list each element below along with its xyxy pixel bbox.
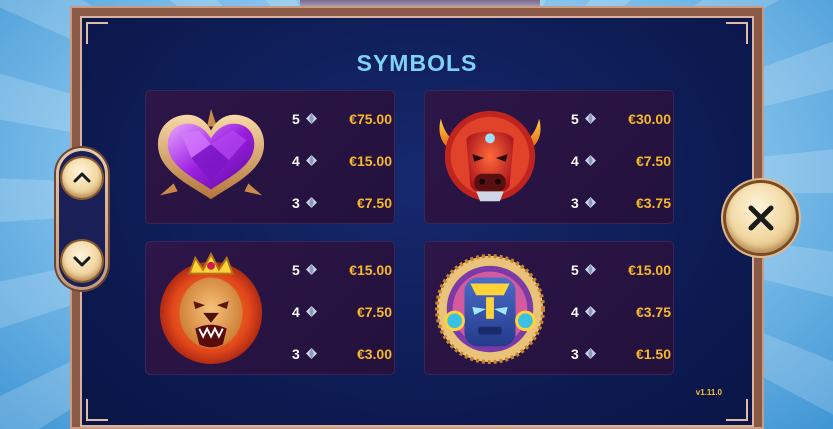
frame-corner [86, 399, 108, 421]
page-navigation-inner [59, 151, 105, 287]
tribal-mask-icon [434, 253, 546, 365]
symbol-card-mask: 5 €15.00 4 €3.75 3 €1.50 [424, 241, 674, 375]
match-count: 5 [292, 111, 300, 127]
payout-value: €3.75 [635, 304, 671, 320]
payout-value: €7.50 [356, 195, 392, 211]
payout-row: 3 €1.50 [571, 346, 675, 364]
match-count: 5 [571, 262, 579, 278]
match-count: 4 [571, 304, 579, 320]
page-title: SYMBOLS [356, 50, 478, 76]
match-count: 3 [292, 195, 300, 211]
payout-value: €15.00 [628, 262, 671, 278]
match-count: 5 [571, 111, 579, 127]
paytable-panel: SYMBOLS 5 €75.00 4 €15.00 3 €7.50 5 €30.… [70, 6, 764, 429]
payout-row: 3 €3.75 [571, 195, 675, 213]
match-count: 3 [571, 346, 579, 362]
match-count: 5 [292, 262, 300, 278]
payout-value: €30.00 [628, 111, 671, 127]
symbol-card-lion: 5 €15.00 4 €7.50 3 €3.00 [145, 241, 395, 375]
symbol-card-bull: 5 €30.00 4 €7.50 3 €3.75 [424, 90, 674, 224]
diamond-icon [306, 113, 317, 124]
payout-row: 5 €15.00 [292, 262, 396, 280]
match-count: 4 [292, 304, 300, 320]
purple-heart-gem-icon [157, 108, 265, 200]
match-count: 4 [571, 153, 579, 169]
paytable-panel-inner: SYMBOLS 5 €75.00 4 €15.00 3 €7.50 5 €30.… [80, 16, 754, 427]
payout-row: 5 €30.00 [571, 111, 675, 129]
diamond-icon [306, 197, 317, 208]
page-navigation [56, 148, 108, 290]
symbol-card-heart-gem: 5 €75.00 4 €15.00 3 €7.50 [145, 90, 395, 224]
diamond-icon [585, 113, 596, 124]
close-x-icon [748, 205, 774, 231]
page-up-button[interactable] [62, 158, 102, 198]
version-label: v1.11.0 [695, 388, 722, 397]
payout-row: 4 €15.00 [292, 153, 396, 171]
diamond-icon [306, 264, 317, 275]
payout-row: 4 €7.50 [571, 153, 675, 171]
diamond-icon [585, 155, 596, 166]
diamond-icon [585, 264, 596, 275]
page-down-button[interactable] [62, 241, 102, 281]
frame-corner [726, 399, 748, 421]
diamond-icon [306, 155, 317, 166]
payout-value: €1.50 [635, 346, 671, 362]
chevron-down-icon [73, 256, 91, 267]
chevron-up-icon [73, 172, 91, 183]
payout-value: €7.50 [635, 153, 671, 169]
payout-row: 4 €7.50 [292, 304, 396, 322]
match-count: 3 [292, 346, 300, 362]
diamond-icon [306, 306, 317, 317]
diamond-icon [585, 197, 596, 208]
payout-row: 5 €75.00 [292, 111, 396, 129]
match-count: 3 [571, 195, 579, 211]
payout-value: €3.00 [356, 346, 392, 362]
payout-value: €7.50 [356, 304, 392, 320]
payout-row: 5 €15.00 [571, 262, 675, 280]
frame-corner [86, 22, 108, 44]
payout-value: €75.00 [349, 111, 392, 127]
close-button[interactable] [726, 183, 796, 253]
payout-row: 3 €7.50 [292, 195, 396, 213]
diamond-icon [306, 348, 317, 359]
crowned-lion-icon [159, 252, 263, 365]
match-count: 4 [292, 153, 300, 169]
diamond-icon [585, 348, 596, 359]
payout-row: 3 €3.00 [292, 346, 396, 364]
payout-value: €15.00 [349, 153, 392, 169]
payout-value: €15.00 [349, 262, 392, 278]
payout-value: €3.75 [635, 195, 671, 211]
diamond-icon [585, 306, 596, 317]
bull-head-icon [439, 110, 541, 202]
frame-corner [726, 22, 748, 44]
payout-row: 4 €3.75 [571, 304, 675, 322]
